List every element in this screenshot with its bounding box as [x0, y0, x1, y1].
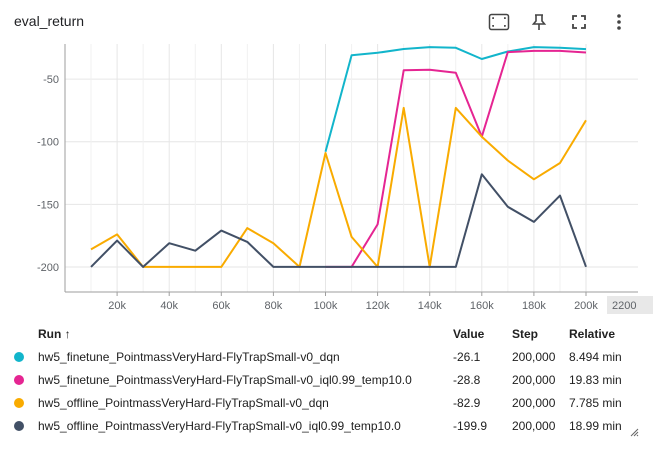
fullscreen-icon — [572, 15, 586, 29]
more-vert-icon — [617, 14, 621, 30]
y-tick-label: -150 — [37, 199, 59, 211]
run-color-dot — [14, 397, 24, 408]
table-row[interactable]: hw5_finetune_PointmassVeryHard-FlyTrapSm… — [14, 345, 639, 368]
run-value: -28.8 — [453, 372, 481, 387]
x-tick-label: 180k — [522, 300, 546, 312]
x-tick-label: 120k — [366, 300, 390, 312]
run-color-dot — [14, 351, 24, 362]
run-step: 200,000 — [512, 349, 556, 364]
chart-title: eval_return — [14, 13, 85, 29]
x-tick-label: 160k — [470, 300, 494, 312]
x-tick-label: 40k — [160, 300, 178, 312]
y-tick-label: -100 — [37, 137, 59, 149]
fit-domain-button[interactable] — [479, 8, 519, 36]
relative-column-header[interactable]: Relative — [569, 327, 615, 341]
x-tick-label: 60k — [212, 300, 230, 312]
table-row[interactable]: hw5_offline_PointmassVeryHard-FlyTrapSma… — [14, 414, 639, 437]
x-tick-label: 80k — [265, 300, 283, 312]
line-chart[interactable]: -50 -100 -150 -200 20k 40k 60k 80k 100k 120k 140k 1… — [0, 36, 653, 316]
run-value: -199.9 — [453, 418, 488, 433]
tick-labels: -50 -100 -150 -200 20k 40k 60k 80k 100k 120k 140k 1… — [37, 74, 653, 314]
series-lines — [90, 46, 587, 268]
x-overflow-label: 2200 — [612, 300, 636, 312]
fit-domain-icon — [488, 13, 510, 31]
run-name: hw5_offline_PointmassVeryHard-FlyTrapSma… — [38, 395, 329, 410]
run-name: hw5_offline_PointmassVeryHard-FlyTrapSma… — [38, 418, 401, 433]
table-row[interactable]: hw5_offline_PointmassVeryHard-FlyTrapSma… — [14, 391, 639, 414]
run-color-dot — [14, 374, 24, 385]
x-tick-label: 140k — [418, 300, 442, 312]
run-step: 200,000 — [512, 395, 556, 410]
run-step: 200,000 — [512, 418, 556, 433]
y-tick-label: -200 — [37, 262, 59, 274]
run-relative: 18.99 min — [569, 418, 622, 433]
resize-handle-icon[interactable] — [629, 427, 639, 437]
run-relative: 19.83 min — [569, 372, 622, 387]
run-value: -82.9 — [453, 395, 481, 410]
run-step: 200,000 — [512, 372, 556, 387]
value-column-header[interactable]: Value — [453, 327, 512, 341]
chart-toolbar — [479, 8, 639, 36]
run-color-dot — [14, 420, 24, 431]
more-options-button[interactable] — [599, 8, 639, 36]
step-column-header[interactable]: Step — [512, 327, 569, 341]
pin-button[interactable] — [519, 8, 559, 36]
run-column-header[interactable]: Run ↑ — [38, 327, 453, 341]
run-name: hw5_finetune_PointmassVeryHard-FlyTrapSm… — [38, 349, 340, 364]
run-name: hw5_finetune_PointmassVeryHard-FlyTrapSm… — [38, 372, 412, 387]
pin-icon — [531, 14, 547, 30]
x-tick-label: 20k — [108, 300, 126, 312]
run-value: -26.1 — [453, 349, 481, 364]
y-tick-label: -50 — [43, 74, 59, 86]
run-relative: 7.785 min — [569, 395, 622, 410]
x-tick-label: 100k — [314, 300, 338, 312]
series-line — [90, 106, 587, 268]
runs-table: Run ↑ Value Step Relative hw5_finetune_P… — [14, 323, 639, 437]
run-relative: 8.494 min — [569, 349, 622, 364]
table-row[interactable]: hw5_finetune_PointmassVeryHard-FlyTrapSm… — [14, 368, 639, 391]
series-line — [90, 173, 587, 268]
fullscreen-button[interactable] — [559, 8, 599, 36]
table-header-row: Run ↑ Value Step Relative — [14, 323, 639, 345]
x-tick-label: 200k — [574, 300, 598, 312]
